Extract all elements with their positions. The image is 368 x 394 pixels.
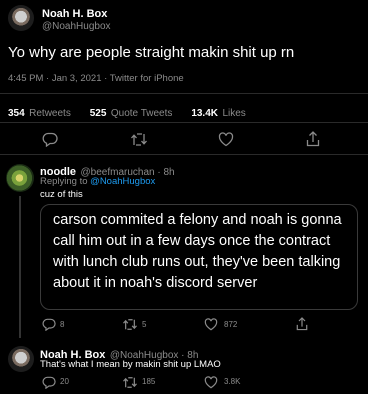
reply-count: 20	[60, 377, 69, 386]
like-icon[interactable]	[204, 376, 218, 394]
quoted-content[interactable]: carson commited a felony and noah is gon…	[40, 204, 358, 310]
like-count[interactable]: 13.4K	[191, 108, 218, 119]
tweet-stats: 354 Retweets 525 Quote Tweets 13.4K Like…	[8, 103, 246, 121]
reply-icon[interactable]	[42, 376, 56, 394]
retweet-icon[interactable]	[130, 132, 148, 147]
retweet-count[interactable]: 354	[8, 108, 25, 119]
reply-icon[interactable]	[42, 318, 56, 336]
quote-label[interactable]: Quote Tweets	[111, 108, 173, 119]
author-name[interactable]: Noah H. Box	[42, 8, 107, 20]
avatar[interactable]	[8, 5, 34, 31]
author-handle[interactable]: @NoahHugbox	[42, 21, 111, 32]
replying-to-handle[interactable]: @NoahHugbox	[90, 176, 155, 187]
divider	[0, 122, 368, 123]
like-count: 872	[224, 320, 238, 329]
reply-text: That's what I mean by makin shit up LMAO	[40, 359, 221, 370]
divider	[0, 154, 368, 155]
retweet-count: 185	[142, 377, 156, 386]
replying-to-label: Replying to	[40, 176, 91, 187]
reply-count: 8	[60, 320, 65, 329]
share-icon[interactable]	[306, 131, 320, 147]
reply-text: cuz of this	[40, 189, 83, 200]
share-icon[interactable]	[296, 317, 308, 336]
thread-line	[19, 196, 21, 338]
like-label[interactable]: Likes	[222, 108, 245, 119]
quote-count[interactable]: 525	[90, 108, 107, 119]
quoted-text: carson commited a felony and noah is gon…	[53, 212, 342, 291]
like-count: 3.8K	[224, 377, 241, 386]
avatar[interactable]	[8, 346, 34, 372]
replying-to: Replying to @NoahHugbox	[40, 176, 155, 187]
tweet-timestamp: 4:45 PM · Jan 3, 2021 · Twitter for iPho…	[8, 73, 184, 84]
like-icon[interactable]	[218, 132, 234, 147]
divider	[0, 93, 368, 94]
tweet-text: Yo why are people straight makin shit up…	[8, 44, 295, 61]
retweet-count: 5	[142, 320, 147, 329]
like-icon[interactable]	[204, 318, 218, 336]
retweet-label[interactable]: Retweets	[29, 108, 71, 119]
retweet-icon[interactable]	[122, 318, 138, 336]
avatar[interactable]	[6, 164, 34, 192]
retweet-icon[interactable]	[122, 376, 138, 394]
reply-icon[interactable]	[42, 132, 58, 147]
